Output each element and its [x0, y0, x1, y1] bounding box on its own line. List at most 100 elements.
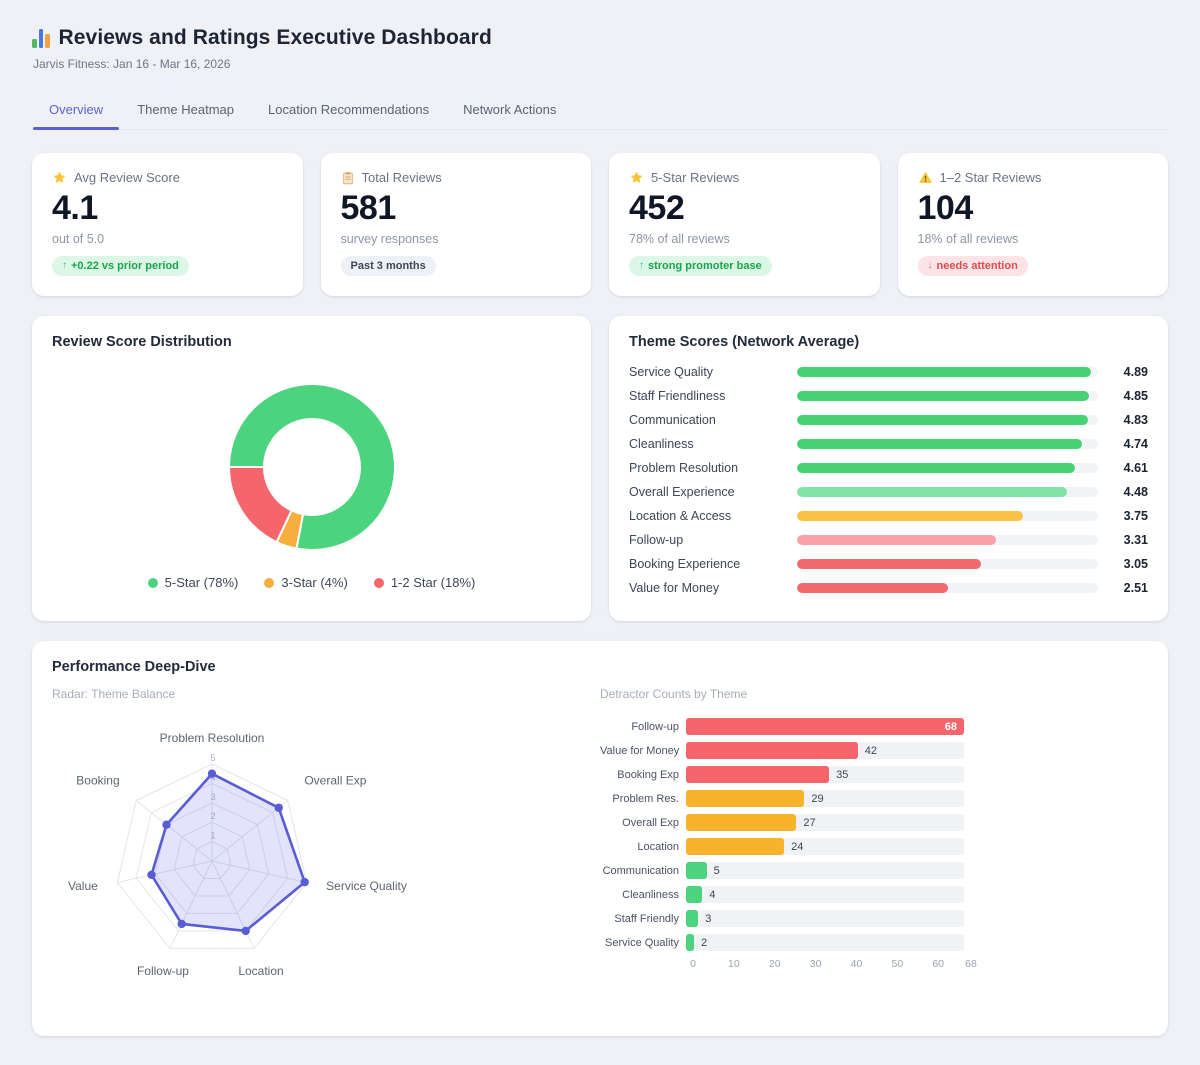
detractor-track: 27	[686, 814, 964, 831]
kpi-value: 4.1	[52, 191, 283, 227]
detractor-bar	[686, 790, 804, 807]
legend-item-3-star-4[interactable]: 3-Star (4%)	[264, 575, 347, 590]
theme-score-row-service-quality: Service Quality4.89	[629, 365, 1148, 379]
tab-overview[interactable]: Overview	[32, 92, 120, 129]
legend-dot	[374, 578, 384, 588]
kpi-badge-text: +0.22 vs prior period	[71, 260, 179, 272]
theme-score-row-cleanliness: Cleanliness4.74	[629, 437, 1148, 451]
detractor-x-axis: 010203040506068	[693, 958, 971, 972]
kpi-header: 5-Star Reviews	[629, 170, 860, 185]
detractor-row-staff-friendly: Staff Friendly3	[600, 910, 1148, 927]
page-header: Reviews and Ratings Executive Dashboard	[32, 26, 1168, 50]
theme-score-value: 2.51	[1114, 581, 1148, 595]
radar-axis-label-booking: Booking	[76, 774, 119, 788]
detractor-value: 2	[701, 937, 707, 949]
theme-score-value: 3.05	[1114, 557, 1148, 571]
kpi-label: 1–2 Star Reviews	[940, 170, 1042, 185]
detractor-value: 29	[811, 793, 823, 805]
detractor-label: Booking Exp	[600, 769, 686, 781]
theme-scores-panel: Theme Scores (Network Average) Service Q…	[609, 316, 1168, 621]
detractor-track: 29	[686, 790, 964, 807]
detractor-row-value-for-money: Value for Money42	[600, 742, 1148, 759]
theme-score-label: Overall Experience	[629, 485, 797, 499]
tab-location-recommendations[interactable]: Location Recommendations	[251, 92, 446, 129]
arrow-down-icon: ↓	[928, 260, 933, 271]
legend-dot	[148, 578, 158, 588]
legend-item-5-star-78[interactable]: 5-Star (78%)	[148, 575, 239, 590]
detractor-axis-tick: 50	[891, 958, 903, 970]
donut-chart	[221, 376, 403, 558]
theme-score-row-staff-friendliness: Staff Friendliness4.85	[629, 389, 1148, 403]
theme-score-row-follow-up: Follow-up3.31	[629, 533, 1148, 547]
bar-chart-icon	[32, 29, 50, 48]
radar-axis-label-service-quality: Service Quality	[326, 879, 407, 893]
detractor-row-location: Location24	[600, 838, 1148, 855]
kpi-badge-text: needs attention	[937, 260, 1018, 272]
theme-score-value: 3.75	[1114, 509, 1148, 523]
theme-score-value: 3.31	[1114, 533, 1148, 547]
kpi-header: 1–2 Star Reviews	[918, 170, 1149, 185]
theme-score-track	[797, 535, 1098, 545]
radar-column: Radar: Theme Balance 12345Problem Resolu…	[52, 679, 600, 1014]
detractor-value: 35	[836, 769, 848, 781]
theme-score-value: 4.89	[1114, 365, 1148, 379]
review-distribution-panel: Review Score Distribution 5-Star (78%)3-…	[32, 316, 591, 621]
theme-score-label: Location & Access	[629, 509, 797, 523]
detractor-row-follow-up: Follow-up68	[600, 718, 1148, 735]
detractor-track: 24	[686, 838, 964, 855]
radar-point-location	[241, 927, 249, 935]
detractor-row-booking-exp: Booking Exp 35	[600, 766, 1148, 783]
theme-score-bar	[797, 559, 981, 569]
detractor-value: 27	[803, 817, 815, 829]
theme-score-label: Problem Resolution	[629, 461, 797, 475]
theme-score-bar	[797, 391, 1089, 401]
radar-axis-label-value: Value	[68, 879, 98, 893]
star-icon	[629, 170, 644, 185]
kpi-status-badge: ↑ +0.22 vs prior period	[52, 256, 189, 276]
kpi-value: 452	[629, 191, 860, 227]
kpi-status-badge: ↑strong promoter base	[629, 256, 772, 276]
legend-item-1-2-star-18[interactable]: 1-2 Star (18%)	[374, 575, 476, 590]
donut-wrap	[52, 376, 571, 558]
detractor-label: Follow-up	[600, 721, 686, 733]
theme-score-track	[797, 487, 1098, 497]
radar-chart: 12345Problem ResolutionOverall ExpServic…	[52, 709, 492, 1009]
detractor-bar	[686, 718, 964, 735]
kpi-badge-text: strong promoter base	[648, 260, 762, 272]
theme-score-bar	[797, 487, 1067, 497]
detractor-track: 5	[686, 862, 964, 879]
kpi-header: Total Reviews	[341, 170, 572, 185]
detractor-axis-tick: 68	[965, 958, 977, 970]
radar-point-service-quality	[300, 878, 308, 886]
theme-score-value: 4.61	[1114, 461, 1148, 475]
detractor-label: Problem Res.	[600, 793, 686, 805]
kpi-label: Total Reviews	[362, 170, 442, 185]
detractor-value: 42	[865, 745, 877, 757]
detractor-bar	[686, 910, 698, 927]
arrow-up-icon: ↑	[62, 260, 67, 271]
kpi-subtext: 78% of all reviews	[629, 232, 860, 246]
donut-segment-1-2-star-18	[229, 467, 292, 542]
detractor-axis-tick: 60	[932, 958, 944, 970]
theme-score-bar	[797, 583, 948, 593]
theme-score-label: Value for Money	[629, 581, 797, 595]
theme-score-track	[797, 391, 1098, 401]
theme-score-label: Booking Experience	[629, 557, 797, 571]
theme-score-row-value-for-money: Value for Money 2.51	[629, 581, 1148, 595]
kpi-subtext: 18% of all reviews	[918, 232, 1149, 246]
radar-point-value	[147, 871, 155, 879]
kpi-subtext: survey responses	[341, 232, 572, 246]
detractor-bar	[686, 742, 858, 759]
theme-score-value: 4.83	[1114, 413, 1148, 427]
theme-score-row-overall-experience: Overall Experience4.48	[629, 485, 1148, 499]
detractor-bar	[686, 766, 829, 783]
theme-score-value: 4.74	[1114, 437, 1148, 451]
tab-network-actions[interactable]: Network Actions	[446, 92, 573, 129]
detractor-label: Location	[600, 841, 686, 853]
theme-score-track	[797, 463, 1098, 473]
kpi-card-5-star-reviews: 5-Star Reviews 452 78% of all reviews ↑stro…	[609, 153, 880, 296]
detractor-bar	[686, 814, 796, 831]
theme-score-track	[797, 367, 1098, 377]
panel-title-deep-dive: Performance Deep-Dive	[52, 659, 1148, 675]
tab-theme-heatmap[interactable]: Theme Heatmap	[120, 92, 251, 129]
